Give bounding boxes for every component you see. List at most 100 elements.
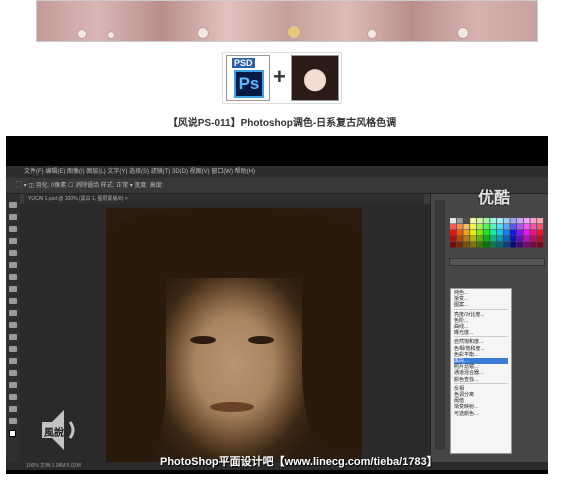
crop-tool-icon[interactable] [9, 250, 17, 256]
color-swatch[interactable] [523, 230, 530, 236]
panel-dock-icons[interactable] [435, 200, 445, 450]
color-swatch[interactable] [456, 236, 463, 242]
color-swatch[interactable] [523, 218, 530, 224]
color-swatch[interactable] [476, 236, 483, 242]
color-swatch[interactable] [517, 242, 523, 248]
eyedropper-tool-icon[interactable] [9, 262, 17, 268]
swatches-panel[interactable] [450, 218, 544, 248]
color-swatch[interactable] [510, 242, 517, 248]
history-brush-tool-icon[interactable] [9, 310, 17, 316]
color-swatch[interactable] [483, 242, 490, 248]
color-swatch[interactable] [450, 236, 456, 242]
color-swatch[interactable] [456, 242, 463, 248]
move-tool-icon[interactable] [9, 202, 17, 208]
gradient-tool-icon[interactable] [9, 334, 17, 340]
color-swatch[interactable] [503, 236, 510, 242]
stamp-tool-icon[interactable] [9, 298, 17, 304]
color-swatch[interactable] [530, 230, 537, 236]
color-swatch[interactable] [523, 242, 530, 248]
color-swatch[interactable] [483, 230, 490, 236]
color-swatch[interactable] [510, 224, 517, 230]
color-swatch[interactable] [503, 242, 510, 248]
color-swatch[interactable] [470, 236, 477, 242]
color-swatch[interactable] [523, 224, 530, 230]
color-swatch[interactable] [470, 218, 477, 224]
color-swatch[interactable] [476, 224, 483, 230]
color-swatch[interactable] [490, 242, 497, 248]
color-swatch[interactable] [450, 242, 456, 248]
color-swatch[interactable] [456, 230, 463, 236]
adjustment-layer-menu[interactable]: 纯色... 渐变... 图案... 亮度/对比度... 色阶... 曲线... 曝光度...… [450, 288, 512, 454]
pearl-decoration [197, 27, 209, 39]
color-swatch[interactable] [450, 230, 456, 236]
color-swatch[interactable] [496, 218, 503, 224]
color-swatch[interactable] [503, 224, 510, 230]
color-swatch[interactable] [470, 230, 477, 236]
color-swatch[interactable] [456, 224, 463, 230]
color-swatch[interactable] [483, 236, 490, 242]
color-swatch[interactable] [517, 236, 523, 242]
color-swatch[interactable] [456, 218, 463, 224]
color-swatch[interactable] [463, 236, 470, 242]
color-swatch[interactable] [510, 218, 517, 224]
color-swatch[interactable] [496, 224, 503, 230]
color-swatch[interactable] [537, 218, 544, 224]
color-swatch[interactable] [537, 230, 544, 236]
healing-tool-icon[interactable] [9, 274, 17, 280]
color-swatch[interactable] [476, 230, 483, 236]
color-swatch[interactable] [530, 218, 537, 224]
color-swatch[interactable] [476, 218, 483, 224]
lasso-tool-icon[interactable] [9, 226, 17, 232]
type-tool-icon[interactable] [9, 382, 17, 388]
color-swatch[interactable] [496, 242, 503, 248]
color-swatch[interactable] [523, 236, 530, 242]
color-swatch[interactable] [483, 218, 490, 224]
pen-tool-icon[interactable] [9, 370, 17, 376]
color-swatch[interactable] [463, 230, 470, 236]
quick-select-tool-icon[interactable] [9, 238, 17, 244]
menu-item[interactable]: 可选颜色... [454, 411, 508, 417]
brush-tool-icon[interactable] [9, 286, 17, 292]
color-swatch[interactable] [463, 242, 470, 248]
ps-options-bar[interactable]: ⬚ ▾ ◫ 羽化: 0像素 ☐ 消除锯齿 样式: 正常 ▾ 宽度: 高度: [6, 178, 548, 194]
marquee-tool-icon[interactable] [9, 214, 17, 220]
color-swatch[interactable] [530, 224, 537, 230]
color-swatch[interactable] [537, 224, 544, 230]
color-swatch[interactable] [517, 224, 523, 230]
color-swatch[interactable] [490, 224, 497, 230]
color-swatch[interactable] [496, 230, 503, 236]
dodge-tool-icon[interactable] [9, 358, 17, 364]
color-swatch[interactable] [476, 242, 483, 248]
color-swatch[interactable] [450, 224, 456, 230]
color-swatch[interactable] [470, 242, 477, 248]
color-swatch[interactable] [530, 242, 537, 248]
color-swatch[interactable] [517, 218, 523, 224]
color-swatch[interactable] [496, 236, 503, 242]
color-swatch[interactable] [463, 218, 470, 224]
ps-toolbar[interactable] [6, 194, 20, 462]
color-swatch[interactable] [510, 236, 517, 242]
color-swatch[interactable] [490, 218, 497, 224]
color-swatch[interactable] [537, 236, 544, 242]
hand-tool-icon[interactable] [9, 418, 17, 424]
color-swatch[interactable] [483, 224, 490, 230]
color-swatch[interactable] [530, 236, 537, 242]
color-swatch[interactable] [463, 224, 470, 230]
color-swatch[interactable] [470, 224, 477, 230]
color-swatch[interactable] [510, 230, 517, 236]
color-swatch[interactable] [537, 242, 544, 248]
color-swatch[interactable] [517, 230, 523, 236]
path-select-tool-icon[interactable] [9, 394, 17, 400]
foreground-color-swatch[interactable] [9, 430, 16, 437]
eraser-tool-icon[interactable] [9, 322, 17, 328]
color-swatch[interactable] [450, 218, 456, 224]
color-swatch[interactable] [503, 218, 510, 224]
color-swatch[interactable] [490, 236, 497, 242]
document-tab[interactable]: YUCAI 1.psd @ 100% (黑白 1, 图层蒙版/8) × [24, 194, 424, 204]
shape-tool-icon[interactable] [9, 406, 17, 412]
ps-menubar[interactable]: 文件(F) 编辑(E) 图像(I) 图层(L) 文字(Y) 选择(S) 滤镜(T… [6, 166, 548, 178]
color-swatch[interactable] [490, 230, 497, 236]
blur-tool-icon[interactable] [9, 346, 17, 352]
layers-panel-header[interactable] [449, 258, 545, 266]
color-swatch[interactable] [503, 230, 510, 236]
